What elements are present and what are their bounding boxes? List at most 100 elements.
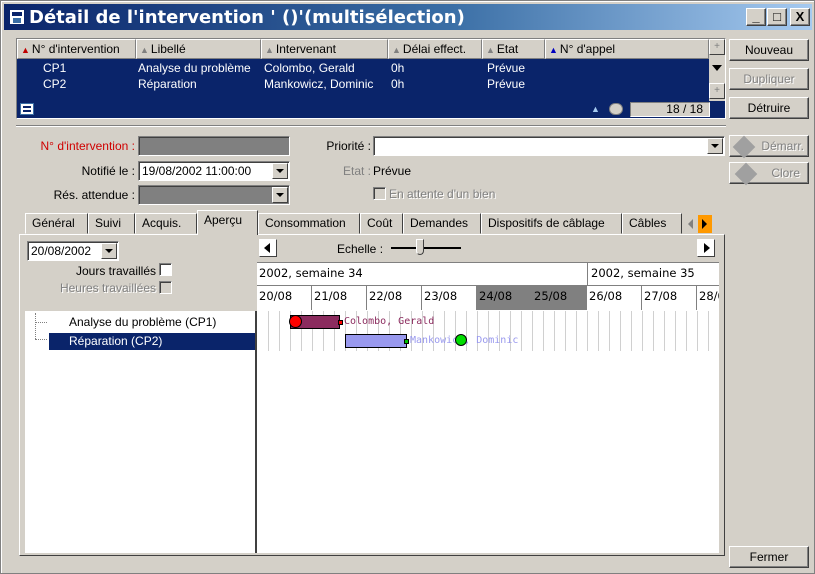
chevron-left-icon	[264, 243, 270, 253]
end-marker-icon	[404, 339, 409, 344]
cell-libelle: Réparation	[138, 77, 197, 91]
list-scrollbar[interactable]: + +	[709, 39, 725, 101]
close-task-icon	[734, 162, 758, 186]
num-field[interactable]	[138, 136, 290, 156]
cell-libelle: Analyse du problème	[138, 61, 251, 75]
column-header-etat[interactable]: ▲ Etat	[482, 39, 545, 59]
close-button[interactable]: X	[790, 8, 810, 26]
column-header-delai[interactable]: ▲ Délai effect.	[388, 39, 482, 59]
grid-line	[587, 311, 588, 351]
week-header: 2002, semaine 35	[589, 263, 719, 285]
day-header: 20/08	[257, 286, 312, 310]
grid-line	[653, 311, 654, 351]
cell-delai: 0h	[391, 61, 405, 75]
tab-general[interactable]: Général	[25, 213, 88, 234]
list-header: ▲ N° d'intervention ▲ Libellé ▲ Intervenant…	[17, 39, 709, 59]
chevron-right-icon	[704, 243, 710, 253]
title-bar[interactable]: Détail de l'intervention ' ()'(multiséle…	[4, 4, 812, 30]
date-field[interactable]: 20/08/2002	[27, 241, 119, 261]
slider-thumb[interactable]	[416, 239, 424, 255]
grid-line	[708, 311, 709, 351]
tab-cout[interactable]: Coût	[360, 213, 403, 234]
grid-line	[554, 311, 555, 351]
grid-line	[664, 311, 665, 351]
intervention-window: Détail de l'intervention ' ()'(multiséle…	[0, 0, 815, 574]
gantt-area: Colombo, Gerald Mankowicz, Dominic	[257, 311, 719, 553]
res-field[interactable]	[138, 185, 290, 205]
column-label: Intervenant	[275, 42, 336, 56]
list-config-icon[interactable]	[20, 103, 34, 115]
table-row[interactable]: CP2 Réparation Mankowicz, Dominic 0h Pré…	[17, 76, 709, 92]
tab-scroll[interactable]	[684, 215, 722, 233]
scale-slider[interactable]	[391, 239, 461, 255]
etat-label: Etat :	[342, 164, 371, 178]
chevron-down-icon[interactable]	[272, 163, 288, 179]
num-label: N° d'intervention :	[40, 139, 135, 153]
tree-item[interactable]: Analyse du problème (CP1)	[69, 315, 216, 329]
tab-dispositifs[interactable]: Dispositifs de câblage	[481, 213, 622, 234]
nouveau-button[interactable]: Nouveau	[729, 39, 809, 61]
chevron-left-icon[interactable]	[688, 219, 693, 229]
attente-label: En attente d'un bien	[389, 187, 496, 201]
column-label: N° d'appel	[559, 42, 616, 56]
grid-line	[598, 311, 599, 351]
list-rows: CP1 Analyse du problème Colombo, Gerald …	[17, 59, 709, 101]
grid-line	[609, 311, 610, 351]
find-icon[interactable]	[609, 103, 623, 115]
intervention-list[interactable]: ▲ N° d'intervention ▲ Libellé ▲ Intervenant…	[16, 38, 726, 119]
column-header-intervenant[interactable]: ▲ Intervenant	[261, 39, 388, 59]
grid-line	[686, 311, 687, 351]
jours-checkbox[interactable]	[159, 263, 172, 276]
heures-checkbox[interactable]	[159, 281, 172, 294]
tab-consommation[interactable]: Consommation	[258, 213, 360, 234]
dupliquer-button[interactable]: Dupliquer	[729, 68, 809, 90]
table-row[interactable]: CP1 Analyse du problème Colombo, Gerald …	[17, 60, 709, 76]
chevron-down-icon[interactable]	[712, 65, 722, 71]
chevron-right-icon[interactable]	[702, 219, 707, 229]
tree-item-selected[interactable]: Réparation (CP2)	[49, 333, 255, 350]
demarrer-button[interactable]: Démarr.	[729, 135, 809, 159]
cell-delai: 0h	[391, 77, 405, 91]
column-header-num[interactable]: ▲ N° d'intervention	[17, 39, 136, 59]
clore-button[interactable]: Clore	[729, 162, 809, 186]
tab-acquis[interactable]: Acquis.	[135, 213, 197, 234]
priorite-field[interactable]	[373, 136, 725, 156]
column-header-appel[interactable]: ▲ N° d'appel	[545, 39, 709, 59]
tab-suivi[interactable]: Suivi	[88, 213, 135, 234]
tab-cables[interactable]: Câbles	[622, 213, 682, 234]
detruire-button[interactable]: Détruire	[729, 97, 809, 119]
grid-line	[620, 311, 621, 351]
scroll-left-button[interactable]	[259, 239, 277, 257]
notifie-field[interactable]: 19/08/2002 11:00:00	[138, 161, 290, 181]
grid-line	[268, 311, 269, 351]
fermer-button[interactable]: Fermer	[729, 546, 809, 568]
list-expand-icon[interactable]: +	[709, 39, 725, 55]
column-label: N° d'intervention	[31, 42, 120, 56]
demarrer-label: Démarr.	[761, 139, 804, 153]
jours-label: Jours travaillés	[75, 264, 156, 278]
day-header: 27/08	[642, 286, 697, 310]
sort-up-icon[interactable]: ▲	[591, 104, 600, 114]
attente-checkbox[interactable]	[373, 187, 386, 200]
maximize-button[interactable]: □	[767, 8, 787, 26]
chevron-down-icon[interactable]	[272, 187, 288, 203]
clore-label: Clore	[771, 166, 800, 180]
priorite-label: Priorité :	[326, 139, 371, 153]
list-collapse-icon[interactable]: +	[709, 83, 725, 99]
day-header: 28/0	[697, 286, 719, 310]
grid-line	[279, 311, 280, 351]
tab-demandes[interactable]: Demandes	[403, 213, 481, 234]
record-counter: 18 / 18	[630, 102, 710, 117]
minimize-button[interactable]: _	[746, 8, 766, 26]
column-header-libelle[interactable]: ▲ Libellé	[136, 39, 261, 59]
day-header: 26/08	[587, 286, 642, 310]
tab-apercu[interactable]: Aperçu	[197, 210, 258, 235]
scroll-right-button[interactable]	[697, 239, 715, 257]
chevron-down-icon[interactable]	[707, 138, 723, 154]
task-tree: Analyse du problème (CP1) Réparation (CP…	[25, 311, 255, 553]
gantt-bar[interactable]	[345, 334, 407, 348]
chevron-down-icon[interactable]	[101, 243, 117, 259]
start-icon	[732, 135, 756, 159]
grid-line	[697, 311, 698, 351]
grid-line	[631, 311, 632, 351]
